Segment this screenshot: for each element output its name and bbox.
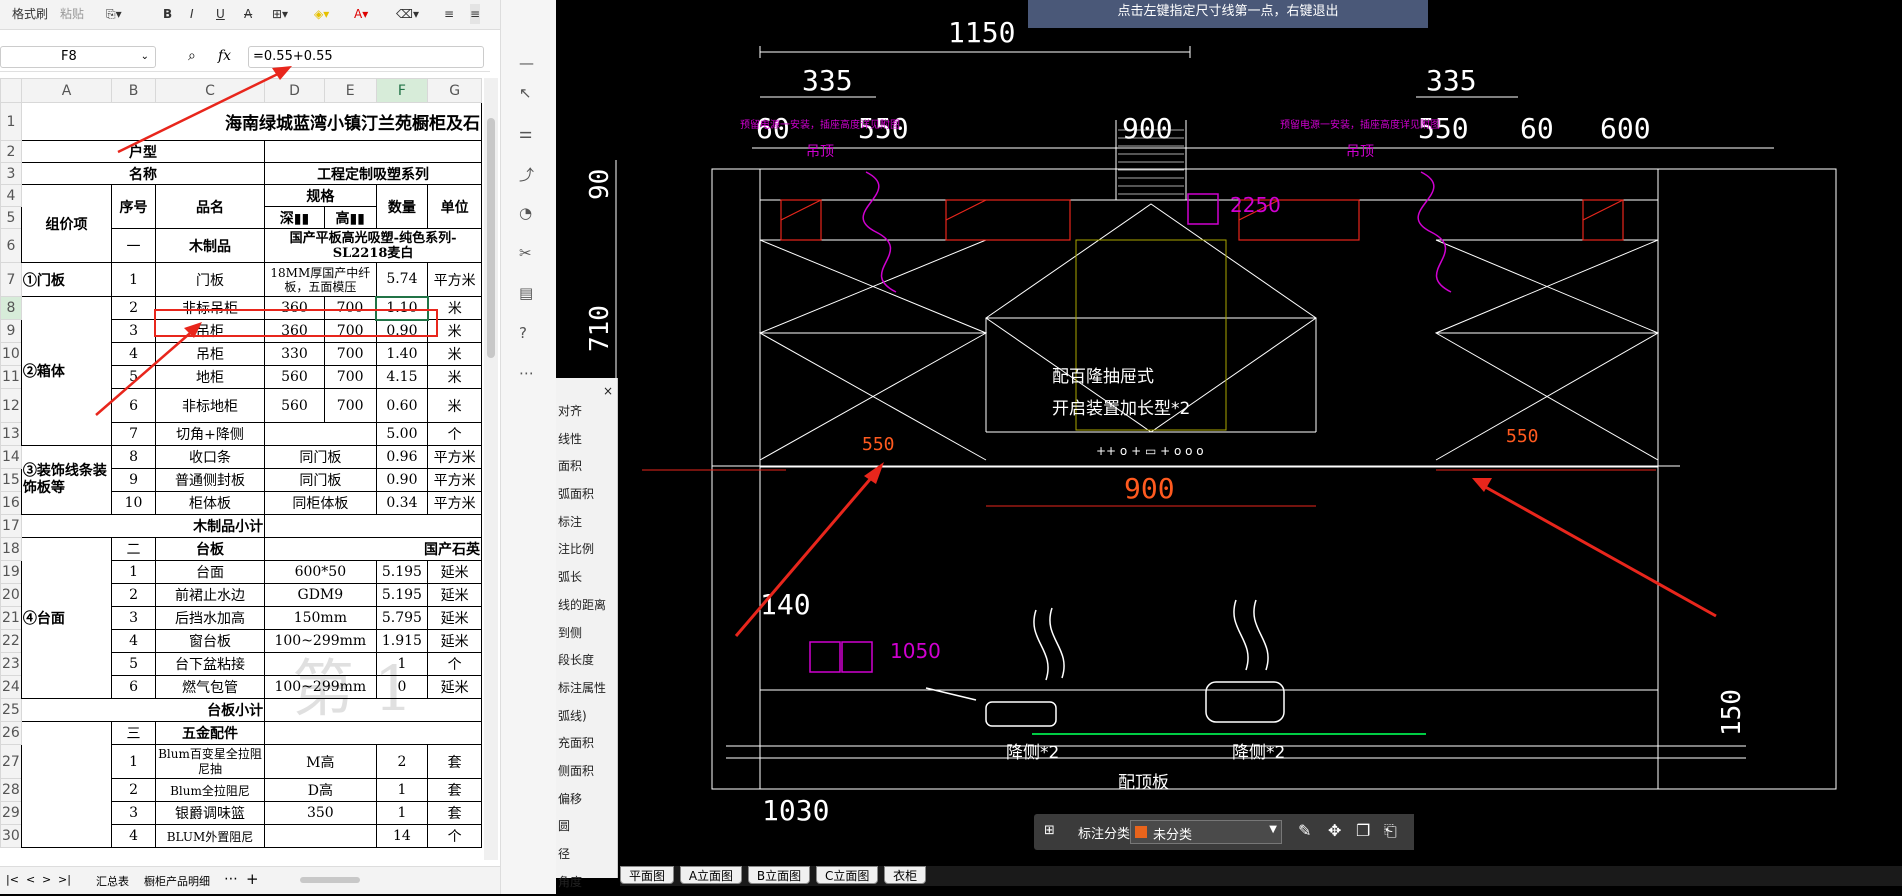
tab-elevation-b[interactable]: B立面图 bbox=[747, 866, 811, 884]
tab-elevation-c[interactable]: C立面图 bbox=[815, 866, 879, 884]
ceiling-label-right[interactable]: 吊顶 bbox=[1346, 144, 1374, 160]
top-plate-label[interactable]: 配顶板 bbox=[1118, 773, 1169, 793]
cooktop-controls[interactable]: ++ o + ▭ + o o o bbox=[1096, 444, 1204, 458]
panel-item[interactable]: 弧面积 bbox=[556, 481, 617, 509]
dim-1030[interactable]: 1030 bbox=[762, 794, 829, 827]
command-prompt: 点击左键指定尺寸线第一点，右键退出 bbox=[1028, 0, 1428, 28]
panel-item[interactable]: 到侧 bbox=[556, 620, 617, 648]
dim-90[interactable]: 90 bbox=[585, 169, 615, 200]
side-panel-label-1[interactable]: 降侧*2 bbox=[1006, 743, 1059, 763]
anno-category-label: 标注分类 bbox=[1078, 827, 1131, 842]
dim-1150[interactable]: 1150 bbox=[948, 16, 1015, 49]
red-arrows-overlay bbox=[95, 66, 292, 416]
anno-category-value: 未分类 bbox=[1153, 828, 1193, 843]
dim-710[interactable]: 710 bbox=[585, 305, 615, 352]
panel-item[interactable]: 角度 bbox=[556, 869, 617, 896]
dim-550c[interactable]: 550 bbox=[862, 434, 895, 455]
hanging-note-left[interactable]: 预留电源一安装，插座高度详见附图 bbox=[740, 118, 900, 131]
panel-item[interactable]: 标注属性 bbox=[556, 675, 617, 703]
annotation-actions: ✎ ✥ ❐ ⎗ bbox=[1290, 814, 1414, 850]
elevation-drawing[interactable]: 1150 335 335 550 900 550 60 60 600 140 1… bbox=[556, 0, 1902, 894]
panel-item[interactable]: 线的距离 bbox=[556, 592, 617, 620]
tab-wardrobe[interactable]: 衣柜 bbox=[884, 866, 927, 884]
match-note-1[interactable]: 配百隆抽屉式 bbox=[1052, 367, 1154, 387]
spreadsheet-window: 格式刷 粘贴 ⎘▾ B I U A ⊞▾ ◈▾ A▾ ⌫▾ ≡ ≡ › F8⌄ … bbox=[0, 0, 556, 894]
grid-icon[interactable]: ⊞ bbox=[1044, 823, 1055, 838]
panel-item[interactable]: 圆 bbox=[556, 813, 617, 841]
panel-item[interactable]: 段长度 bbox=[556, 647, 617, 675]
dim-150[interactable]: 150 bbox=[1717, 689, 1747, 736]
panel-item[interactable]: 弧长 bbox=[556, 564, 617, 592]
color-swatch bbox=[1135, 826, 1147, 838]
chevron-down-icon[interactable]: ▼ bbox=[1269, 824, 1277, 835]
dim-900-bottom[interactable]: 900 bbox=[1124, 472, 1175, 505]
dim-60b[interactable]: 60 bbox=[1520, 112, 1554, 145]
match-note-2[interactable]: 开启装置加长型*2 bbox=[1052, 399, 1190, 419]
panel-item[interactable]: 充面积 bbox=[556, 730, 617, 758]
hanging-note-right[interactable]: 预留电源一安装，插座高度详见附图 bbox=[1280, 118, 1440, 131]
dim-335b[interactable]: 335 bbox=[1426, 64, 1477, 97]
panel-item[interactable]: 注比例 bbox=[556, 536, 617, 564]
tab-elevation-a[interactable]: A立面图 bbox=[679, 866, 743, 884]
panel-item[interactable]: 面积 bbox=[556, 453, 617, 481]
edit-icon[interactable]: ✎ bbox=[1298, 821, 1311, 840]
panel-item[interactable]: 标注 bbox=[556, 509, 617, 537]
dim-900-top[interactable]: 900 bbox=[1122, 112, 1173, 145]
annotation-toolbar: ⊞ 标注分类 未分类 ▼ bbox=[1034, 814, 1304, 850]
layout-tabs: 平面图 A立面图 B立面图 C立面图 衣柜 bbox=[620, 866, 1902, 886]
panel-item[interactable]: 线性 bbox=[556, 426, 617, 454]
side-panel-label-2[interactable]: 降侧*2 bbox=[1232, 743, 1285, 763]
panel-item[interactable]: 径 bbox=[556, 841, 617, 869]
move-icon[interactable]: ✥ bbox=[1328, 821, 1341, 840]
copy-icon[interactable]: ❐ bbox=[1356, 821, 1370, 840]
dim-2250[interactable]: 2250 bbox=[1230, 193, 1281, 217]
panel-item[interactable]: 弧线) bbox=[556, 703, 617, 731]
anno-category-select[interactable]: 未分类 ▼ bbox=[1130, 820, 1282, 844]
dim-335a[interactable]: 335 bbox=[802, 64, 853, 97]
tab-plan[interactable]: 平面图 bbox=[620, 866, 675, 884]
cad-drawing-canvas[interactable]: 1150 335 335 550 900 550 60 60 600 140 1… bbox=[556, 0, 1902, 894]
close-icon[interactable]: × bbox=[556, 378, 617, 398]
dim-550d[interactable]: 550 bbox=[1506, 426, 1539, 447]
dim-1050[interactable]: 1050 bbox=[890, 639, 941, 663]
dim-140[interactable]: 140 bbox=[760, 588, 811, 621]
paste-icon[interactable]: ⎗ bbox=[1384, 821, 1397, 841]
panel-item[interactable]: 偏移 bbox=[556, 786, 617, 814]
ceiling-label-left[interactable]: 吊顶 bbox=[806, 144, 834, 160]
dim-600[interactable]: 600 bbox=[1600, 112, 1651, 145]
panel-item[interactable]: 对齐 bbox=[556, 398, 617, 426]
panel-item[interactable]: 侧面积 bbox=[556, 758, 617, 786]
properties-panel: × 对齐 线性 面积 弧面积 标注 注比例 弧长 线的距离 到侧 段长度 标注属… bbox=[556, 378, 618, 889]
